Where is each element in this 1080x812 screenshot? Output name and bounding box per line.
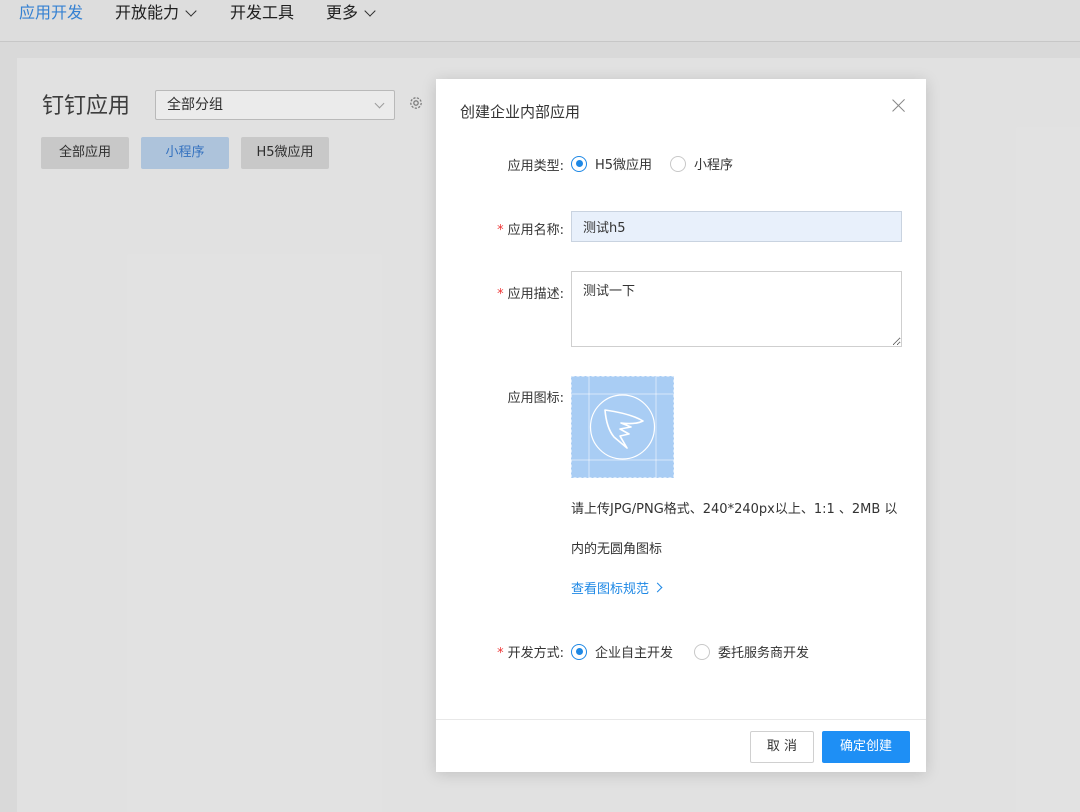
close-icon[interactable]	[892, 98, 906, 112]
chevron-right-icon	[652, 582, 663, 593]
app-name-input[interactable]	[571, 211, 902, 242]
app-icon-label: 应用图标:	[508, 387, 564, 406]
app-desc-textarea[interactable]: 测试一下	[571, 271, 902, 347]
required-mark: *	[497, 646, 504, 661]
app-icon-label-text: 应用图标:	[507, 391, 564, 406]
app-name-label: * 应用名称:	[497, 219, 564, 238]
modal-title: 创建企业内部应用	[460, 103, 581, 121]
icon-hint-line-2: 内的无圆角图标	[571, 542, 663, 557]
radio-label: 小程序	[694, 158, 734, 173]
app-desc-label-text: 应用描述:	[507, 287, 564, 302]
app-type-label-text: 应用类型:	[507, 159, 564, 174]
radio-label: 委托服务商开发	[718, 646, 810, 661]
dev-mode-label: * 开发方式:	[497, 642, 564, 661]
app-name-label-text: 应用名称:	[507, 223, 564, 238]
radio-unchecked-icon	[694, 643, 710, 660]
required-mark: *	[497, 287, 504, 302]
radio-label: H5微应用	[595, 158, 653, 173]
required-mark: *	[497, 223, 504, 238]
radio-unchecked-icon	[670, 155, 686, 172]
radio-h5-app[interactable]: H5微应用	[571, 154, 652, 173]
radio-checked-icon	[571, 155, 587, 172]
radio-vendor-develop[interactable]: 委托服务商开发	[694, 642, 809, 661]
app-icon-upload[interactable]	[571, 376, 674, 478]
create-app-modal: 创建企业内部应用 应用类型: H5微应用 小程序 *应用名称: *应用描述: 测…	[436, 79, 926, 772]
radio-checked-icon	[571, 643, 587, 660]
icon-spec-link-label: 查看图标规范	[571, 582, 650, 597]
confirm-create-button[interactable]: 确定创建	[822, 731, 910, 763]
app-desc-label: * 应用描述:	[497, 283, 564, 302]
icon-spec-link[interactable]: 查看图标规范	[571, 578, 663, 597]
dev-mode-label-text: 开发方式:	[507, 646, 564, 661]
radio-label: 企业自主开发	[595, 646, 674, 661]
app-type-label: 应用类型:	[508, 155, 564, 174]
modal-footer: 取 消 确定创建	[436, 719, 926, 772]
cancel-button[interactable]: 取 消	[750, 731, 814, 763]
dingtalk-logo-icon	[571, 376, 674, 478]
radio-self-develop[interactable]: 企业自主开发	[571, 642, 673, 661]
radio-mini-program[interactable]: 小程序	[670, 154, 733, 173]
icon-hint-line-1: 请上传JPG/PNG格式、240*240px以上、1:1 、2MB 以	[571, 502, 898, 517]
